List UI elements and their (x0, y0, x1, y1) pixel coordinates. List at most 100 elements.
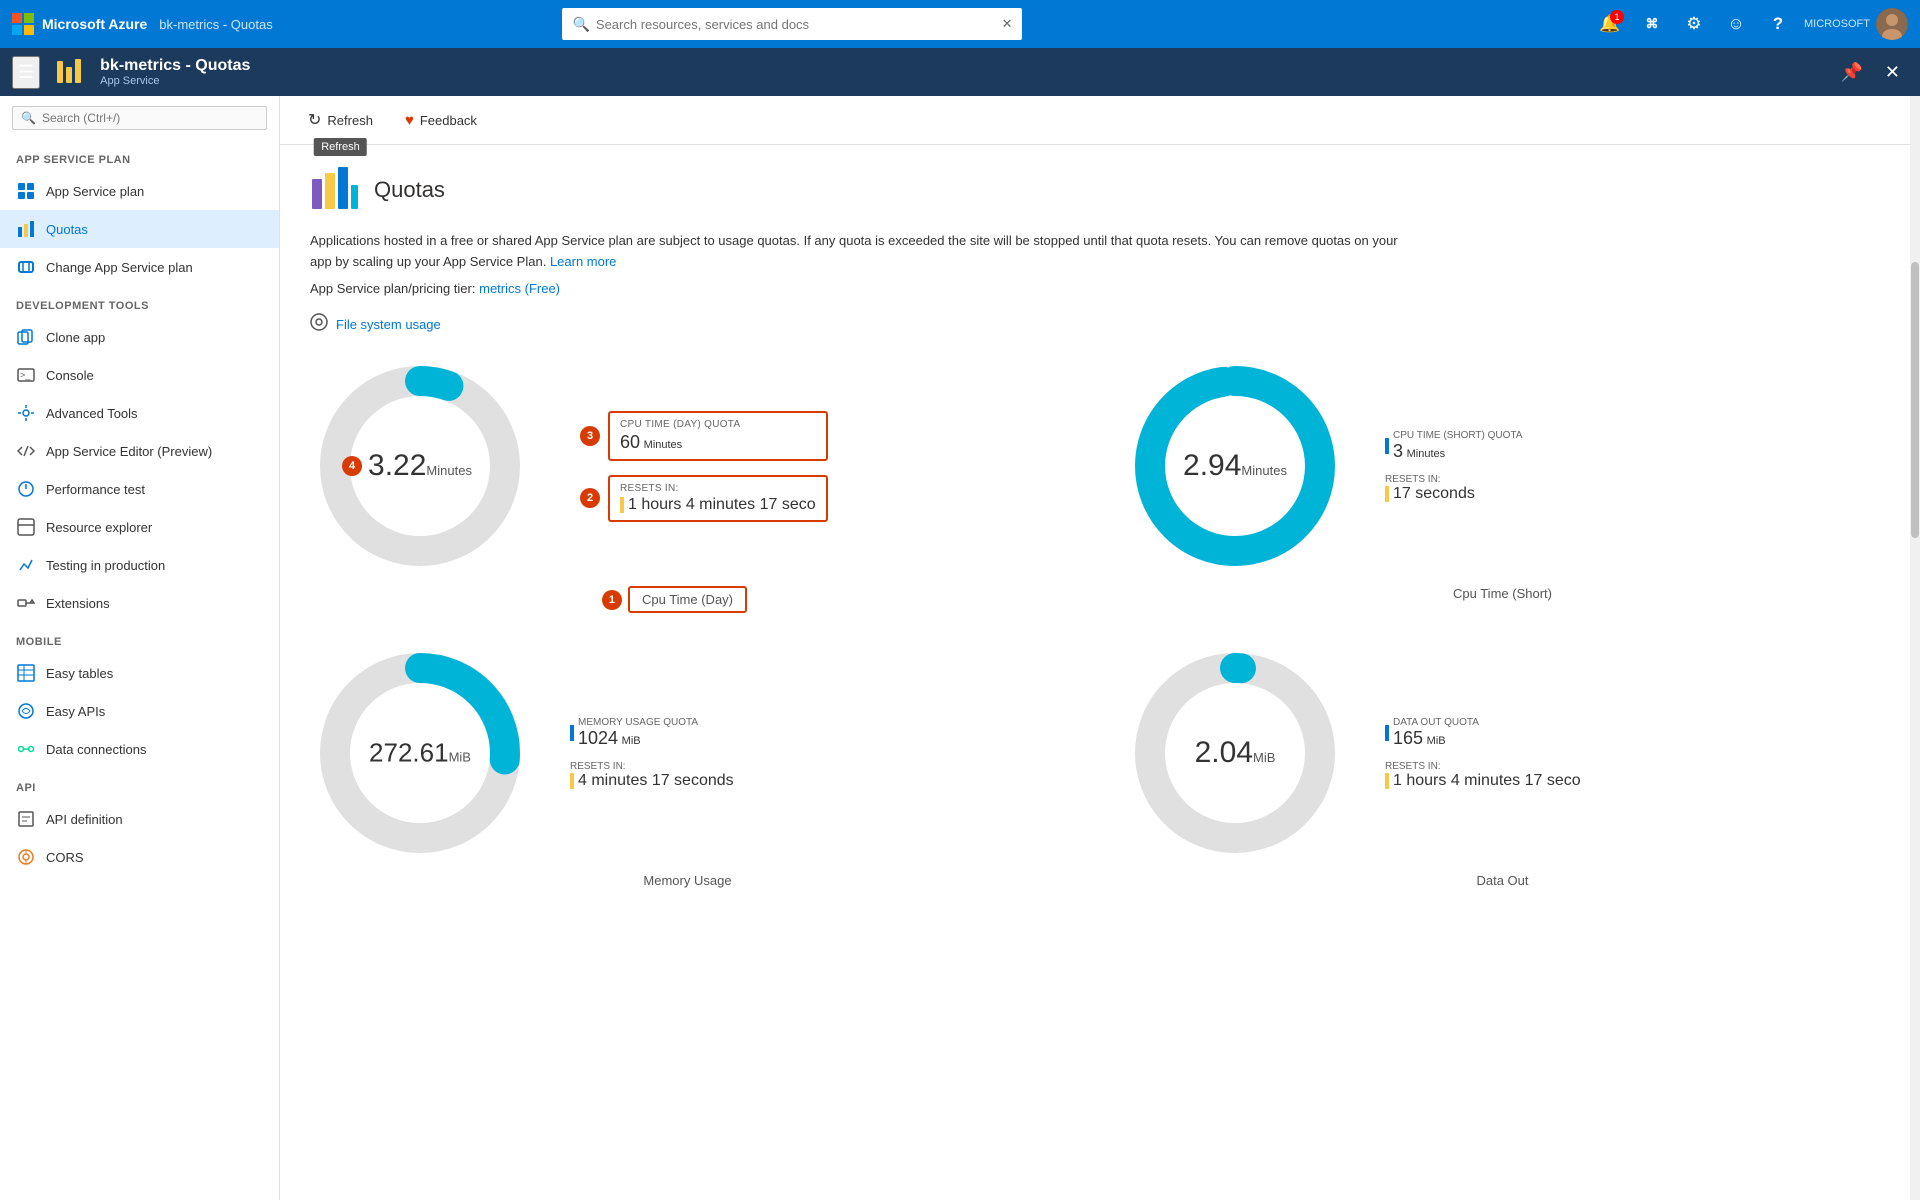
sidebar-item-label: App Service plan (46, 184, 144, 199)
refresh-label: Refresh (327, 113, 373, 128)
data-connections-icon (16, 739, 36, 759)
sidebar-item-label: Quotas (46, 222, 88, 237)
short-resets-label: RESETS IN: (1385, 474, 1522, 485)
short-quota-label: CPU TIME (SHORT) QUOTA (1393, 430, 1522, 441)
settings-button[interactable]: ⚙ (1678, 8, 1710, 40)
quota-row: CPU TIME (SHORT) QUOTA 3 Minutes (1385, 430, 1522, 462)
app-icon (52, 54, 88, 90)
help-button[interactable]: ? (1762, 8, 1794, 40)
secondbar-actions: 📌 ✕ (1832, 58, 1908, 87)
sidebar-item-api-definition[interactable]: API definition (0, 800, 279, 838)
memory-value: 272.61 (369, 738, 449, 768)
feedback-icon: ♥ (405, 112, 414, 129)
user-label: MICROSOFT (1804, 18, 1870, 30)
content-area: ↻ Refresh Refresh ♥ Feedback (280, 96, 1910, 1200)
memory-quota: MEMORY USAGE QUOTA 1024 MiB (570, 717, 734, 749)
data-out-unit: MiB (1253, 750, 1275, 765)
feedback-button[interactable]: ♥ Feedback (397, 108, 485, 133)
secondbar: ☰ bk-metrics - Quotas App Service 📌 ✕ (0, 48, 1920, 96)
sidebar-item-console[interactable]: >_ Console (0, 356, 279, 394)
resets-value-row: 1 hours 4 minutes 17 seco (620, 496, 816, 514)
search-input[interactable] (596, 17, 996, 32)
sidebar-item-data-connections[interactable]: Data connections (0, 730, 279, 768)
sidebar-item-extensions[interactable]: Extensions (0, 584, 279, 622)
sidebar-search-input[interactable] (42, 111, 258, 125)
toolbar: ↻ Refresh Refresh ♥ Feedback (280, 96, 1910, 145)
plan-link[interactable]: metrics (Free) (479, 281, 560, 296)
quota-callout: 3 CPU TIME (DAY) QUOTA 60 Minutes (608, 411, 828, 461)
data-out-quota-unit: MiB (1427, 735, 1446, 747)
badge-1: 1 (602, 590, 622, 610)
page-description: Applications hosted in a free or shared … (310, 231, 1410, 273)
yellow-bar (1385, 486, 1389, 502)
cpu-resets-box: RESETS IN: 1 hours 4 minutes 17 seco (608, 475, 828, 522)
page-content: Quotas Applications hosted in a free or … (280, 145, 1910, 908)
user-menu[interactable]: MICROSOFT (1804, 8, 1908, 40)
topbar: Microsoft Azure bk-metrics - Quotas 🔍 ✕ … (0, 0, 1920, 48)
learn-more-link[interactable]: Learn more (550, 254, 616, 269)
sidebar-item-cors[interactable]: CORS (0, 838, 279, 876)
sidebar-item-resource-explorer[interactable]: Resource explorer (0, 508, 279, 546)
scrollbar[interactable] (1910, 96, 1920, 1200)
sidebar-item-label: Data connections (46, 742, 146, 757)
chart-cpu-time-short: 2.94Minutes CPU TIME (SHORT) QUOTA 3 Min… (1125, 356, 1880, 613)
feedback-button[interactable]: ☺ (1720, 8, 1752, 40)
sidebar-item-advanced-tools[interactable]: Advanced Tools (0, 394, 279, 432)
data-out-resets-value: 1 hours 4 minutes 17 seco (1393, 772, 1581, 790)
yellow-bar (570, 773, 574, 789)
testing-icon (16, 555, 36, 575)
extensions-icon (16, 593, 36, 613)
topbar-logo: Microsoft Azure (12, 13, 147, 35)
gear-icon: ⚙ (1686, 14, 1701, 34)
cloud-shell-button[interactable]: ⌘ (1636, 8, 1668, 40)
sidebar-item-label: Clone app (46, 330, 105, 345)
yellow-bar (1385, 773, 1389, 789)
sidebar-item-easy-tables[interactable]: Easy tables (0, 654, 279, 692)
memory-legend: MEMORY USAGE QUOTA 1024 MiB RESETS IN: 4… (570, 717, 734, 790)
sidebar-item-label: Testing in production (46, 558, 165, 573)
hamburger-button[interactable]: ☰ (12, 56, 40, 89)
resource-icon (16, 517, 36, 537)
file-icon (310, 313, 328, 336)
main-layout: 🔍 APP SERVICE PLAN App Service plan Quot… (0, 96, 1920, 1200)
cpu-short-unit: Minutes (1241, 463, 1287, 478)
sidebar-item-testing-in-production[interactable]: Testing in production (0, 546, 279, 584)
sidebar-item-label: Performance test (46, 482, 145, 497)
resets-label: RESETS IN: (620, 483, 816, 494)
sidebar-item-change-app-service-plan[interactable]: Change App Service plan (0, 248, 279, 286)
sidebar-item-easy-apis[interactable]: Easy APIs (0, 692, 279, 730)
sidebar-item-performance-test[interactable]: Performance test (0, 470, 279, 508)
sidebar-section-dev-tools: DEVELOPMENT TOOLS (0, 286, 279, 318)
sidebar-item-quotas[interactable]: Quotas (0, 210, 279, 248)
memory-resets: RESETS IN: 4 minutes 17 seconds (570, 761, 734, 790)
memory-quota-unit: MiB (622, 735, 641, 747)
short-quota-value: 3 (1393, 441, 1403, 461)
console-icon: >_ (16, 365, 36, 385)
topbar-icons: 🔔 1 ⌘ ⚙ ☺ ? MICROSOFT (1594, 8, 1908, 40)
sidebar-item-app-service-plan[interactable]: App Service plan (0, 172, 279, 210)
donut-cpu-time-day: 4 3.22Minutes (310, 356, 530, 576)
sidebar-item-clone-app[interactable]: Clone app (0, 318, 279, 356)
memory-name: Memory Usage (643, 873, 731, 888)
memory-resets-label: RESETS IN: (570, 761, 734, 772)
cpu-short-value: 2.94 (1183, 449, 1241, 482)
donut-memory-label: 272.61MiB (369, 738, 471, 769)
search-icon: 🔍 (572, 16, 589, 33)
refresh-button[interactable]: ↻ Refresh Refresh (300, 106, 381, 134)
cpu-day-unit: Minutes (426, 463, 472, 478)
notifications-button[interactable]: 🔔 1 (1594, 8, 1626, 40)
blue-bar (1385, 725, 1389, 741)
sidebar-item-label: App Service Editor (Preview) (46, 444, 212, 459)
memory-unit: MiB (449, 750, 471, 765)
sidebar-item-label: Easy APIs (46, 704, 105, 719)
close-button[interactable]: ✕ (1877, 58, 1908, 87)
sidebar-search-container: 🔍 (12, 106, 267, 130)
sidebar-item-app-service-editor[interactable]: App Service Editor (Preview) (0, 432, 279, 470)
cpu-day-name-box: Cpu Time (Day) (628, 586, 747, 613)
file-system-link[interactable]: File system usage (310, 313, 1880, 336)
yellow-bar (620, 497, 624, 513)
search-clear-icon[interactable]: ✕ (1002, 16, 1013, 32)
pin-button[interactable]: 📌 (1832, 58, 1870, 87)
topbar-search-container: 🔍 ✕ (562, 8, 1022, 40)
chart-memory-usage: 272.61MiB MEMORY USAGE QUOTA 1024 MiB (310, 643, 1065, 888)
